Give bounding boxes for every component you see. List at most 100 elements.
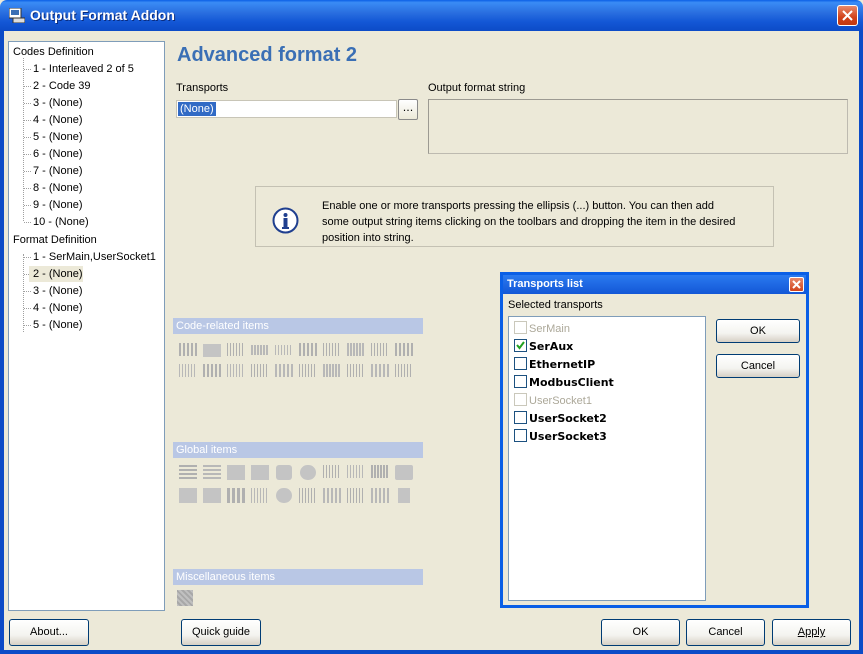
tree-item-code[interactable]: 5 - (None) <box>29 129 83 145</box>
barcode-item-icon[interactable] <box>274 362 294 382</box>
barcode-item-icon[interactable] <box>298 362 318 382</box>
list-item-icon[interactable] <box>202 463 222 483</box>
definitions-tree[interactable]: Codes Definition 1 - Interleaved 2 of 5 … <box>8 41 165 611</box>
misc-items-toolbar <box>173 585 423 610</box>
barcode-item-icon[interactable] <box>298 486 318 506</box>
transport-item-usersocket1: UserSocket1 <box>514 392 592 410</box>
tree-item-code[interactable]: 3 - (None) <box>29 95 83 111</box>
transports-field[interactable]: (None) <box>176 100 397 118</box>
quick-guide-button[interactable]: Quick guide <box>181 619 261 646</box>
tree-item-code[interactable]: 6 - (None) <box>29 146 83 162</box>
xml-item-icon[interactable] <box>178 486 198 506</box>
transport-item-usersocket2[interactable]: UserSocket2 <box>514 410 607 428</box>
transport-item-seraux[interactable]: SerAux <box>514 338 573 356</box>
grid-item-icon[interactable] <box>250 486 270 506</box>
dialog-close-button[interactable] <box>789 277 804 292</box>
transport-item-usersocket3[interactable]: UserSocket3 <box>514 428 607 446</box>
tree-item-code[interactable]: 2 - Code 39 <box>29 78 90 94</box>
checkbox[interactable] <box>514 357 527 370</box>
fork-item-icon[interactable] <box>394 486 414 506</box>
block-item-icon[interactable] <box>250 463 270 483</box>
tree-item-format-selected[interactable]: 2 - (None) <box>29 266 83 282</box>
tree-item-code[interactable]: 10 - (None) <box>29 214 89 230</box>
close-button[interactable] <box>837 5 858 26</box>
tree-item-code[interactable]: 8 - (None) <box>29 180 83 196</box>
max-item-icon[interactable] <box>346 463 366 483</box>
checkbox[interactable] <box>514 429 527 442</box>
chart-item-icon[interactable] <box>226 486 246 506</box>
id-item-icon[interactable] <box>370 341 390 361</box>
tree-item-format[interactable]: 3 - (None) <box>29 283 83 299</box>
code-related-toolbar <box>173 334 423 386</box>
dialog-title[interactable]: Transports list <box>503 275 806 294</box>
tree-item-code[interactable]: 9 - (None) <box>29 197 83 213</box>
barcode-item-icon[interactable] <box>370 362 390 382</box>
barcode-item-icon[interactable] <box>250 362 270 382</box>
scan-item-icon[interactable] <box>322 362 342 382</box>
transport-label: UserSocket2 <box>529 412 607 425</box>
apply-button[interactable]: Apply <box>772 619 851 646</box>
barcode-item-icon[interactable] <box>178 341 198 361</box>
barcode-item-icon[interactable] <box>394 362 414 382</box>
transports-checklist[interactable]: SerMain SerAux EthernetIP ModbusClient U… <box>508 316 706 601</box>
close-icon <box>842 10 853 21</box>
tree-item-format[interactable]: 4 - (None) <box>29 300 83 316</box>
tree-node-codes-definition[interactable]: Codes Definition <box>13 44 94 60</box>
globe-item-icon[interactable] <box>298 463 318 483</box>
close-icon <box>792 280 801 289</box>
sort-item-icon[interactable] <box>346 341 366 361</box>
device-item-icon[interactable] <box>394 463 414 483</box>
barcode-item-icon[interactable] <box>226 341 246 361</box>
transport-item-ethernetip[interactable]: EthernetIP <box>514 356 595 374</box>
xml-item-icon[interactable] <box>202 486 222 506</box>
cancel-button[interactable]: Cancel <box>686 619 765 646</box>
barcode-item-icon[interactable] <box>322 341 342 361</box>
tree-item-code[interactable]: 1 - Interleaved 2 of 5 <box>29 61 134 77</box>
tree-item-format[interactable]: 5 - (None) <box>29 317 83 333</box>
dialog-cancel-button[interactable]: Cancel <box>716 354 800 378</box>
ok-button[interactable]: OK <box>601 619 680 646</box>
info-icon <box>272 207 299 234</box>
barcode-item-icon[interactable] <box>370 486 390 506</box>
tree-item-format[interactable]: 1 - SerMain,UserSocket1 <box>29 249 156 265</box>
checkbox <box>514 393 527 406</box>
barcode-item-icon[interactable] <box>322 486 342 506</box>
title-bar[interactable]: Output Format Addon <box>0 0 863 31</box>
transport-label: SerMain <box>529 323 570 335</box>
barcode-item-icon[interactable] <box>178 362 198 382</box>
barcode-item-icon[interactable] <box>370 463 390 483</box>
barcode-item-icon[interactable] <box>346 486 366 506</box>
tree-node-format-definition[interactable]: Format Definition <box>13 232 97 248</box>
tree-connector <box>23 254 24 332</box>
global-items-header: Global items <box>173 442 423 458</box>
pattern-item-icon[interactable] <box>176 589 196 609</box>
barcode-item-icon[interactable] <box>298 341 318 361</box>
barcode-item-icon[interactable] <box>226 362 246 382</box>
output-format-string-field[interactable] <box>428 99 848 154</box>
checkbox-checked[interactable] <box>514 339 527 352</box>
block-item-icon[interactable] <box>202 341 222 361</box>
tag-item-icon[interactable] <box>274 463 294 483</box>
checkbox[interactable] <box>514 411 527 424</box>
checkbox[interactable] <box>514 375 527 388</box>
transport-label: ModbusClient <box>529 376 614 389</box>
add-item-icon[interactable] <box>274 341 294 361</box>
ellipsis-button[interactable]: ... <box>398 99 418 120</box>
tree-item-code[interactable]: 4 - (None) <box>29 112 83 128</box>
block-item-icon[interactable] <box>226 463 246 483</box>
min-item-icon[interactable] <box>322 463 342 483</box>
transport-item-modbusclient[interactable]: ModbusClient <box>514 374 614 392</box>
window-title: Output Format Addon <box>30 7 175 23</box>
selected-transports-label: Selected transports <box>508 299 603 311</box>
barcode-item-icon[interactable] <box>202 362 222 382</box>
refresh-item-icon[interactable] <box>274 486 294 506</box>
about-button[interactable]: About... <box>9 619 89 646</box>
transport-label: SerAux <box>529 340 574 353</box>
sum-item-icon[interactable] <box>250 341 270 361</box>
barcode-item-icon[interactable] <box>346 362 366 382</box>
transport-label: UserSocket1 <box>529 395 592 407</box>
barcode-item-icon[interactable] <box>394 341 414 361</box>
list-item-icon[interactable] <box>178 463 198 483</box>
tree-item-code[interactable]: 7 - (None) <box>29 163 83 179</box>
dialog-ok-button[interactable]: OK <box>716 319 800 343</box>
